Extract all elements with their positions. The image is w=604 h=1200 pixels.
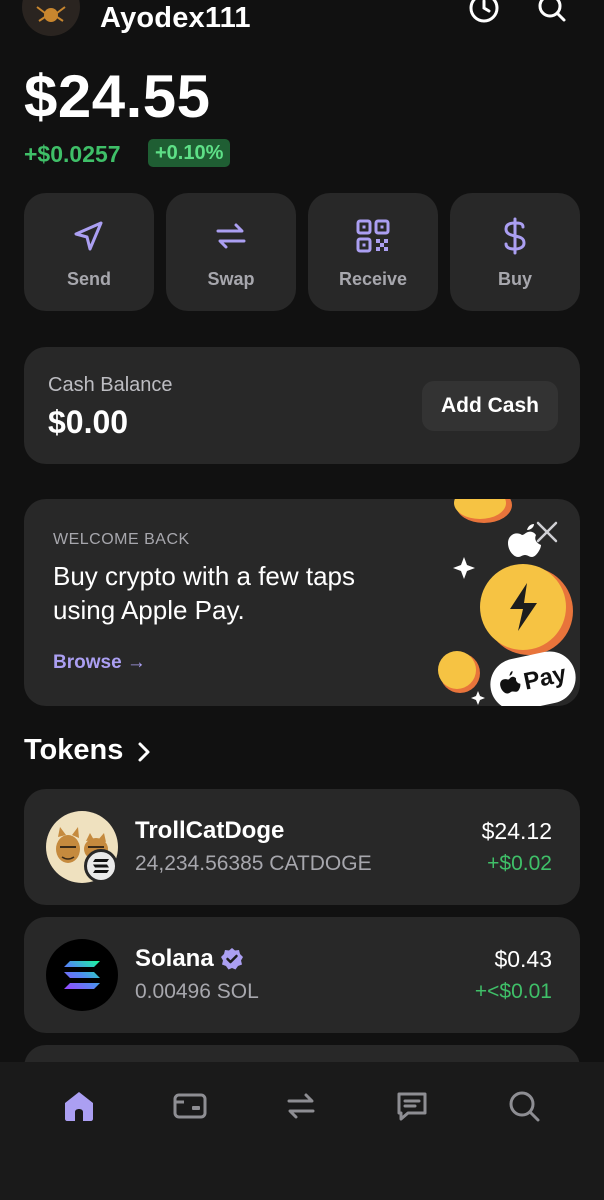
token-name: TrollCatDoge <box>135 817 285 844</box>
search-icon[interactable] <box>506 1088 542 1124</box>
add-cash-button[interactable]: Add Cash <box>422 381 558 431</box>
solana-network-badge <box>84 849 118 883</box>
chevron-right-icon[interactable] <box>135 740 153 764</box>
verified-badge-icon <box>221 948 243 970</box>
token-value: $0.43 <box>494 946 552 972</box>
buy-button[interactable]: Buy <box>450 193 580 311</box>
solana-icon <box>93 859 109 873</box>
cash-balance-value: $0.00 <box>48 404 129 440</box>
token-amount: 24,234.56385 CATDOGE <box>135 852 372 875</box>
send-icon <box>74 221 103 251</box>
promo-card[interactable]: WELCOME BACK Buy crypto with a few taps … <box>24 499 580 706</box>
chat-icon[interactable] <box>394 1088 430 1124</box>
portfolio-balance: $24.55 <box>24 63 211 130</box>
token-value: $24.12 <box>481 818 552 844</box>
browse-link[interactable]: Browse → <box>53 652 146 674</box>
bottom-nav <box>0 1062 604 1200</box>
home-icon[interactable] <box>61 1088 97 1124</box>
username[interactable]: Ayodex111 <box>100 2 251 35</box>
search-icon[interactable] <box>536 0 568 24</box>
solana-token-icon <box>46 939 118 1011</box>
receive-button[interactable]: Receive <box>308 193 438 311</box>
tokens-title[interactable]: Tokens <box>24 734 123 767</box>
cash-balance-card: Cash Balance $0.00 Add Cash <box>24 347 580 464</box>
avatar[interactable] <box>22 0 80 36</box>
token-amount: 0.00496 SOL <box>135 980 259 1003</box>
history-icon[interactable] <box>468 0 500 24</box>
send-label: Send <box>66 269 111 289</box>
send-button[interactable]: Send <box>24 193 154 311</box>
avatar-spider-icon <box>36 6 66 22</box>
promo-text: Buy crypto with a few taps using Apple P… <box>53 561 356 625</box>
swap-icon <box>216 223 246 249</box>
receive-label: Receive <box>338 269 408 289</box>
buy-label: Buy <box>497 269 532 289</box>
token-row-solana[interactable]: Solana 0.00496 SOL $0.43 +<$0.01 <box>24 917 580 1033</box>
swap-label: Swap <box>207 269 255 289</box>
change-percent-badge: +0.10% <box>148 139 231 167</box>
swap-button[interactable]: Swap <box>166 193 296 311</box>
wallet-card-icon[interactable] <box>172 1088 208 1124</box>
dollar-icon <box>504 217 526 255</box>
cash-balance-title: Cash Balance <box>48 374 173 396</box>
swap-icon[interactable] <box>283 1088 319 1124</box>
promo-kicker: WELCOME BACK <box>53 531 190 548</box>
token-change: +<$0.01 <box>474 980 552 1003</box>
token-name: Solana <box>135 945 214 972</box>
token-change: +$0.02 <box>487 852 552 875</box>
portfolio-change: +$0.0257 <box>24 141 121 167</box>
close-icon[interactable] <box>534 519 560 545</box>
token-row-trollcatdoge[interactable]: TrollCatDoge 24,234.56385 CATDOGE $24.12… <box>24 789 580 905</box>
qr-code-icon <box>356 219 390 253</box>
